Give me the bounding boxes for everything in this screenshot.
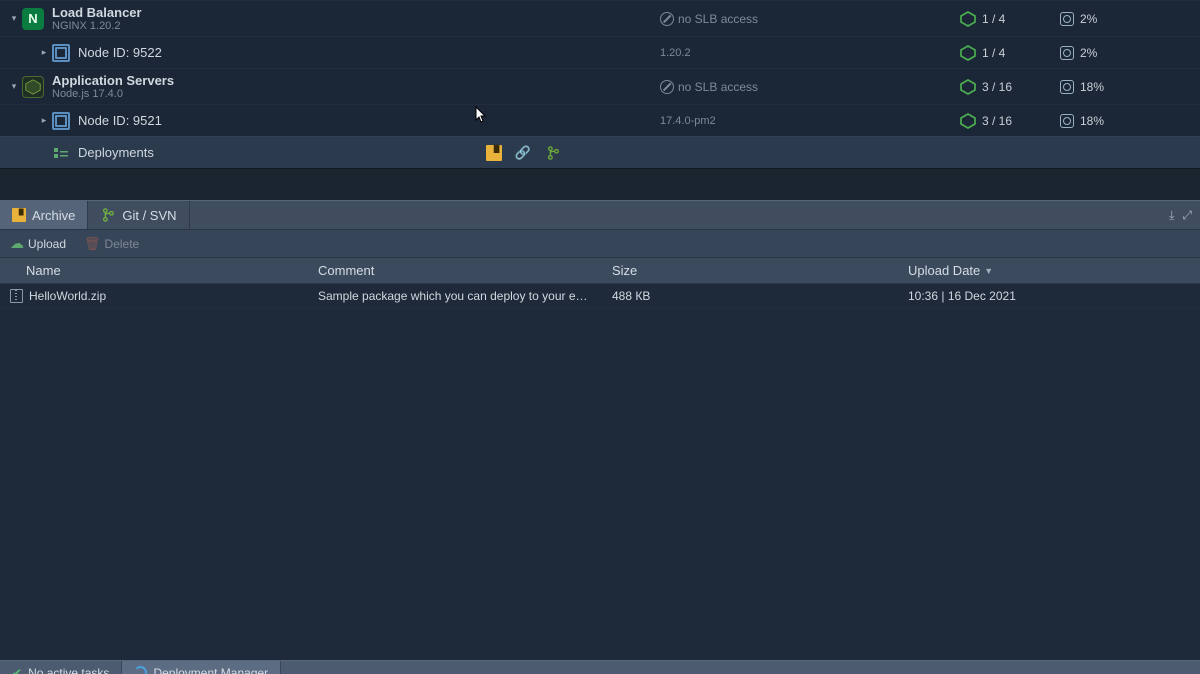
deployment-manager-button[interactable]: Deployment Manager [122,661,281,674]
group-subtitle: NGINX 1.20.2 [52,20,142,32]
button-label: Delete [105,237,140,251]
node-label: Node ID: 9522 [78,45,162,60]
cell-date: 10:36 | 16 Dec 2021 [898,289,1200,303]
disk-icon [1060,80,1074,94]
col-name[interactable]: Name [0,263,308,278]
mem-text: 18% [1080,80,1104,94]
expand-arrow-icon[interactable]: ▾ [6,13,22,24]
group-load-balancer[interactable]: ▾ N Load Balancer NGINX 1.20.2 no SLB ac… [0,0,1200,36]
manager-label: Deployment Manager [153,666,268,674]
tasks-status[interactable]: ✔ No active tasks [0,661,122,674]
mem-text: 18% [1080,114,1104,128]
denied-icon [660,12,674,26]
tasks-label: No active tasks [28,666,109,674]
nodejs-icon [22,76,44,98]
no-slb-access-badge: no SLB access [660,12,758,26]
cpu-text: 3 / 16 [982,114,1012,128]
tab-label: Git / SVN [122,208,176,223]
group-title: Load Balancer [52,5,142,20]
tab-label: Archive [32,208,75,223]
deployments-row[interactable]: Deployments ▝ 🔗 [0,136,1200,168]
table-row[interactable]: HelloWorld.zip Sample package which you … [0,284,1200,308]
group-title: Application Servers [52,73,174,88]
hexagon-icon [960,79,976,95]
node-label: Node ID: 9521 [78,113,162,128]
node-9522[interactable]: ▸ Node ID: 9522 1.20.2 1 / 4 2% [0,36,1200,68]
deploy-archive-button[interactable]: ▝ [486,145,502,161]
branch-icon [100,207,116,223]
disk-icon [1060,46,1074,60]
cell-size: 488 КВ [602,289,898,303]
spinner-icon [134,666,147,674]
mem-text: 2% [1080,12,1097,26]
expand-arrow-icon[interactable]: ▸ [36,115,52,126]
no-slb-access-badge: no SLB access [660,80,758,94]
status-text: no SLB access [678,80,758,94]
node-icon [52,112,70,130]
disk-icon [1060,114,1074,128]
panel-gap [0,168,1200,200]
archive-toolbar: ☁ Upload 🗑 Delete [0,230,1200,258]
sort-desc-icon: ▼ [984,266,993,276]
deployments-label: Deployments [78,145,154,160]
node-icon [52,44,70,62]
nginx-icon: N [22,8,44,30]
hexagon-icon [960,45,976,61]
hexagon-icon [960,113,976,129]
archive-icon: ▝ [12,208,26,222]
deploy-actions: ▝ 🔗 [486,144,562,162]
col-upload-date[interactable]: Upload Date ▼ [898,263,1200,278]
disk-icon [1060,12,1074,26]
tab-archive[interactable]: ▝ Archive [0,201,88,229]
expand-icon[interactable]: ⤢ [1182,208,1192,223]
group-subtitle: Node.js 17.4.0 [52,88,174,100]
expand-arrow-icon[interactable]: ▸ [36,47,52,58]
expand-arrow-icon[interactable]: ▾ [6,81,22,92]
denied-icon [660,80,674,94]
col-comment[interactable]: Comment [308,263,602,278]
deploy-git-button[interactable] [544,144,562,162]
check-icon: ✔ [12,666,22,674]
hexagon-icon [960,11,976,27]
col-size[interactable]: Size [602,263,898,278]
archive-table-header: Name Comment Size Upload Date ▼ [0,258,1200,284]
trash-icon: 🗑 [84,236,101,252]
deploy-url-button[interactable]: 🔗 [514,144,532,162]
cloud-upload-icon: ☁ [10,235,24,252]
cell-name: HelloWorld.zip [29,289,106,303]
deploy-icon [52,144,70,162]
bottom-bar: ✔ No active tasks Deployment Manager [0,660,1200,674]
node-9521[interactable]: ▸ Node ID: 9521 17.4.0-pm2 3 / 16 18% [0,104,1200,136]
cell-comment: Sample package which you can deploy to y… [308,289,602,303]
delete-button[interactable]: 🗑 Delete [84,236,139,252]
status-text: no SLB access [678,12,758,26]
archive-table-body: HelloWorld.zip Sample package which you … [0,284,1200,660]
archive-empty-area [0,308,1200,660]
download-icon[interactable]: ⤓ [1169,208,1174,223]
button-label: Upload [28,237,66,251]
group-app-servers[interactable]: ▾ Application Servers Node.js 17.4.0 no … [0,68,1200,104]
cpu-text: 3 / 16 [982,80,1012,94]
tab-git-svn[interactable]: Git / SVN [88,201,189,229]
zip-file-icon [10,289,23,303]
environment-tree: ▾ N Load Balancer NGINX 1.20.2 no SLB ac… [0,0,1200,168]
cpu-text: 1 / 4 [982,12,1005,26]
node-version: 1.20.2 [660,47,691,59]
deployment-tabs: ▝ Archive Git / SVN ⤓ ⤢ [0,200,1200,230]
node-version: 17.4.0-pm2 [660,115,716,127]
upload-button[interactable]: ☁ Upload [10,235,66,252]
cpu-text: 1 / 4 [982,46,1005,60]
mem-text: 2% [1080,46,1097,60]
